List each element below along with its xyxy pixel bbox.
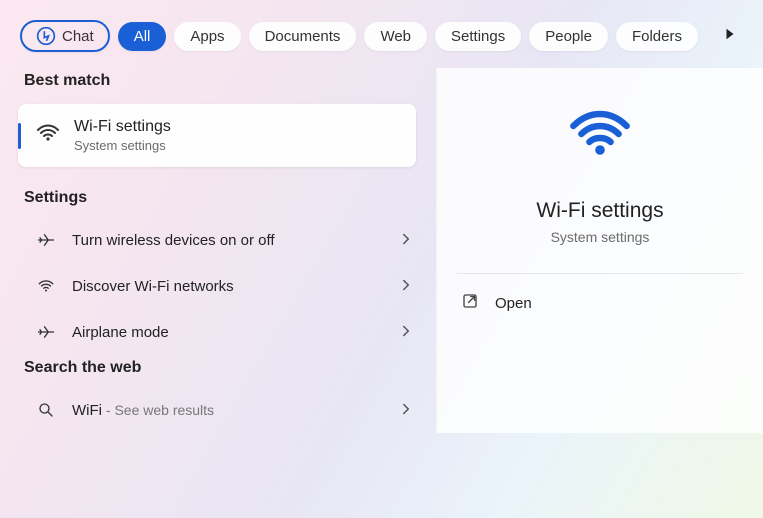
tab-chat[interactable]: Chat — [20, 20, 110, 52]
settings-item-label: Turn wireless devices on or off — [72, 232, 384, 249]
preview-panel: Wi-Fi settings System settings Open — [436, 68, 763, 433]
bing-icon — [36, 26, 56, 46]
web-search-label: WiFi - See web results — [72, 402, 384, 419]
best-match-subtitle: System settings — [74, 138, 171, 153]
tab-documents[interactable]: Documents — [249, 22, 357, 51]
chevron-right-icon — [400, 324, 412, 340]
wifi-icon — [558, 153, 642, 170]
tab-folders[interactable]: Folders — [616, 22, 698, 51]
preview-action-open[interactable]: Open — [437, 274, 763, 333]
preview-title: Wi-Fi settings — [457, 199, 743, 223]
airplane-icon — [36, 231, 56, 249]
chevron-right-icon — [400, 278, 412, 294]
tab-all[interactable]: All — [118, 22, 167, 51]
preview-subtitle: System settings — [457, 229, 743, 245]
tab-apps[interactable]: Apps — [174, 22, 240, 51]
results-panel: Best match Wi-Fi settings System setting… — [0, 68, 436, 433]
best-match-result[interactable]: Wi-Fi settings System settings — [18, 104, 416, 167]
tab-chat-label: Chat — [62, 28, 94, 45]
settings-item-airplane-mode[interactable]: Airplane mode — [0, 309, 436, 355]
open-icon — [461, 292, 479, 315]
best-match-title: Wi-Fi settings — [74, 118, 171, 136]
section-best-match: Best match — [0, 68, 436, 100]
settings-item-label: Discover Wi-Fi networks — [72, 278, 384, 295]
search-icon — [36, 401, 56, 419]
settings-item-discover-wifi[interactable]: Discover Wi-Fi networks — [0, 263, 436, 309]
web-search-item[interactable]: WiFi - See web results — [0, 387, 436, 433]
wifi-icon — [36, 121, 60, 150]
wifi-icon — [36, 277, 56, 295]
tab-web[interactable]: Web — [364, 22, 427, 51]
tabs-overflow-button[interactable] — [717, 23, 743, 50]
section-search-web: Search the web — [0, 355, 436, 387]
settings-item-label: Airplane mode — [72, 324, 384, 341]
tab-settings[interactable]: Settings — [435, 22, 521, 51]
airplane-icon — [36, 323, 56, 341]
chevron-right-icon — [400, 232, 412, 248]
section-settings: Settings — [0, 185, 436, 217]
settings-item-wireless-toggle[interactable]: Turn wireless devices on or off — [0, 217, 436, 263]
chevron-right-icon — [400, 402, 412, 418]
preview-action-label: Open — [495, 295, 532, 312]
search-filter-tabs: Chat All Apps Documents Web Settings Peo… — [0, 0, 763, 68]
tab-people[interactable]: People — [529, 22, 608, 51]
